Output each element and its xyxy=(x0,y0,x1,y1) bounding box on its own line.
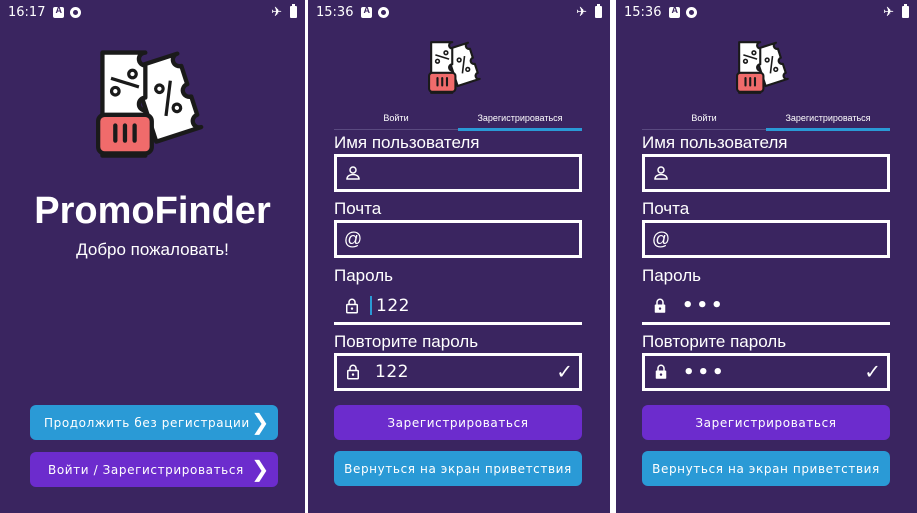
register-button[interactable]: Зарегистрироваться xyxy=(334,405,582,440)
welcome-text: Добро пожаловать! xyxy=(76,240,229,259)
password-label: Пароль xyxy=(642,266,701,285)
text-cursor xyxy=(370,296,372,315)
welcome-screen: 16:17 ✈ PromoFinder Добро пожаловать! Пр… xyxy=(0,0,305,513)
repeat-password-field[interactable]: ••• ✓ xyxy=(642,353,890,391)
notification-circle-icon xyxy=(378,6,390,18)
tab-login[interactable]: Войти xyxy=(642,110,766,129)
repeat-password-value: ••• xyxy=(683,361,727,383)
username-label: Имя пользователя xyxy=(642,133,788,152)
status-bar: 15:36 ✈ xyxy=(616,0,917,24)
tab-register[interactable]: Зарегистрироваться xyxy=(766,110,890,131)
notification-circle-icon xyxy=(70,6,82,18)
status-time: 16:17 xyxy=(8,4,46,20)
ticket-logo xyxy=(736,41,789,94)
check-icon: ✓ xyxy=(556,361,573,384)
continue-without-registration-label: Продолжить без регистрации xyxy=(44,415,250,430)
email-label: Почта xyxy=(642,199,690,218)
continue-without-registration-button[interactable]: Продолжить без регистрации ❯ xyxy=(30,405,278,440)
user-icon xyxy=(651,163,671,183)
status-bar: 15:36 ✈ xyxy=(308,0,610,24)
notification-a-icon xyxy=(53,5,65,18)
notification-circle-icon xyxy=(686,6,698,18)
status-bar: 16:17 ✈ xyxy=(0,0,305,24)
email-field[interactable]: @ xyxy=(642,220,890,258)
username-field[interactable] xyxy=(334,154,582,192)
back-to-welcome-button[interactable]: Вернуться на экран приветствия xyxy=(334,451,582,486)
register-screen-visible-password: 15:36 ✈ Войти Зарегистрироваться Имя пол… xyxy=(308,0,610,513)
email-label: Почта xyxy=(334,199,382,218)
airplane-icon: ✈ xyxy=(883,4,894,19)
lock-icon xyxy=(651,362,671,382)
battery-icon xyxy=(595,4,602,18)
ticket-logo xyxy=(428,41,481,94)
chevron-right-icon: ❯ xyxy=(250,410,270,435)
repeat-password-value: 122 xyxy=(375,362,409,382)
status-time: 15:36 xyxy=(316,4,354,20)
airplane-icon: ✈ xyxy=(576,4,587,19)
airplane-icon: ✈ xyxy=(271,4,282,19)
password-value: ••• xyxy=(682,295,726,316)
register-screen-hidden-password: 15:36 ✈ Войти Зарегистрироваться Имя пол… xyxy=(616,0,917,513)
back-to-welcome-button[interactable]: Вернуться на экран приветствия xyxy=(642,451,890,486)
repeat-password-label: Повторите пароль xyxy=(642,332,787,351)
email-field[interactable]: @ xyxy=(334,220,582,258)
auth-tabs: Войти Зарегистрироваться xyxy=(642,110,890,131)
lock-open-icon xyxy=(343,362,363,382)
tab-login[interactable]: Войти xyxy=(334,110,458,129)
password-field[interactable]: ••• xyxy=(642,289,890,325)
lock-icon xyxy=(650,296,670,316)
login-register-label: Войти / Зарегистрироваться xyxy=(48,462,244,477)
repeat-password-field[interactable]: 122 ✓ xyxy=(334,353,582,391)
app-name: PromoFinder xyxy=(34,190,271,232)
register-button[interactable]: Зарегистрироваться xyxy=(642,405,890,440)
tab-register[interactable]: Зарегистрироваться xyxy=(458,110,582,131)
battery-icon xyxy=(290,4,297,18)
repeat-password-label: Повторите пароль xyxy=(334,332,479,351)
ticket-logo xyxy=(96,44,214,162)
username-field[interactable] xyxy=(642,154,890,192)
password-label: Пароль xyxy=(334,266,393,285)
status-time: 15:36 xyxy=(624,4,662,20)
username-label: Имя пользователя xyxy=(334,133,480,152)
password-value: 122 xyxy=(376,295,410,316)
login-register-button[interactable]: Войти / Зарегистрироваться ❯ xyxy=(30,452,278,487)
password-field[interactable]: 122 xyxy=(334,289,582,325)
lock-open-icon xyxy=(342,296,362,316)
auth-tabs: Войти Зарегистрироваться xyxy=(334,110,582,131)
user-icon xyxy=(343,163,363,183)
notification-a-icon xyxy=(361,5,373,18)
check-icon: ✓ xyxy=(864,361,881,384)
at-icon: @ xyxy=(343,228,363,249)
at-icon: @ xyxy=(651,228,671,249)
battery-icon xyxy=(902,4,909,18)
chevron-right-icon: ❯ xyxy=(250,457,270,482)
notification-a-icon xyxy=(669,5,681,18)
